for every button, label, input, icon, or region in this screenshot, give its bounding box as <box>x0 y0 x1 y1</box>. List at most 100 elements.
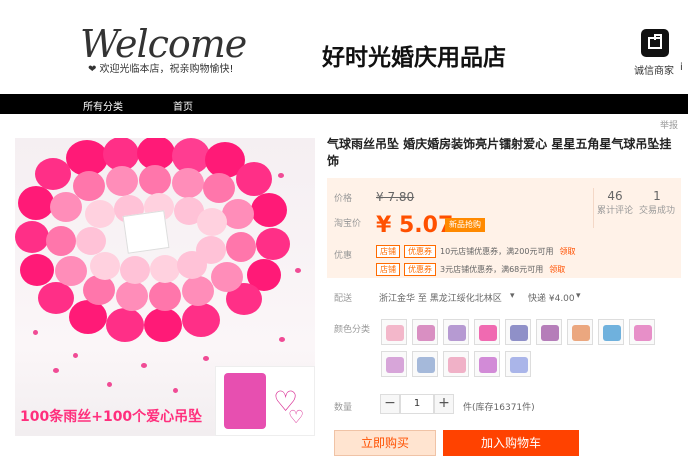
add-to-cart-button[interactable]: 加入购物车 <box>443 430 579 456</box>
swatch-thumbnail <box>417 357 435 373</box>
shipping-chevron-down-icon[interactable]: ▾ <box>576 291 581 301</box>
current-price: ¥ 5.07 <box>376 213 454 238</box>
balloon <box>177 251 207 279</box>
balloon <box>139 165 171 195</box>
swatch-thumbnail <box>479 325 497 341</box>
claim-coupon-link[interactable]: 领取 <box>549 265 565 274</box>
color-swatch[interactable] <box>505 351 531 377</box>
package-icon <box>224 373 266 429</box>
balloon <box>35 158 71 190</box>
balloon <box>18 186 54 220</box>
review-count-number: 46 <box>607 189 623 203</box>
balloon <box>69 300 107 334</box>
quantity-increment-button[interactable]: + <box>434 394 454 414</box>
balloon <box>90 252 120 280</box>
balloon <box>106 308 144 342</box>
swatch-thumbnail <box>541 325 559 341</box>
coupon-row: 店铺 优惠券 10元店铺优惠券，满200元可用 领取 <box>376 245 575 260</box>
balloon <box>256 228 290 260</box>
balloon <box>15 221 49 253</box>
balloon <box>182 303 220 337</box>
shipping-fee[interactable]: 快递 ¥4.00 <box>528 291 575 304</box>
nav-home[interactable]: 首页 <box>173 98 193 113</box>
heart-pendant <box>141 363 147 368</box>
balloon <box>172 168 204 198</box>
coupon-label: 优惠 <box>334 251 353 261</box>
promo-tag: 新品抢购 <box>445 218 485 232</box>
balloon <box>50 192 82 222</box>
coupon-tag: 优惠券 <box>404 263 436 276</box>
shop-header: Welcome ❤ 欢迎光临本店，祝亲购物愉快! 好时光婚庆用品店 诚信商家 i <box>0 0 688 94</box>
balloon <box>83 275 115 305</box>
product-image[interactable]: 100条雨丝+100个爱心吊坠 ♡ ♡ <box>15 138 315 436</box>
swatch-thumbnail <box>572 325 590 341</box>
color-swatch[interactable] <box>567 319 593 345</box>
color-swatch[interactable] <box>536 319 562 345</box>
transaction-count[interactable]: 1 交易成功 <box>636 188 678 218</box>
claim-coupon-link[interactable]: 领取 <box>559 247 575 256</box>
trust-badge-label[interactable]: 诚信商家 <box>634 62 674 77</box>
heart-pendant <box>73 353 78 358</box>
report-link[interactable]: 举报 <box>660 118 678 131</box>
delivery-destination[interactable]: 浙江金华 至 黑龙江绥化北林区 <box>379 291 502 304</box>
color-swatch[interactable] <box>505 319 531 345</box>
balloon <box>38 282 74 314</box>
swatch-thumbnail <box>386 325 404 341</box>
sales-stats: 46 累计评论 1 交易成功 <box>593 188 678 228</box>
swatch-thumbnail <box>634 325 652 341</box>
nav-all-categories[interactable]: 所有分类 <box>83 98 123 113</box>
coupon-text: 3元店铺优惠券，满68元可用 <box>440 265 544 274</box>
color-swatch[interactable] <box>474 351 500 377</box>
color-swatch[interactable] <box>443 351 469 377</box>
truncated-header-text: i <box>680 62 683 73</box>
taobao-price-label: 淘宝价 <box>334 219 362 229</box>
product-title: 气球雨丝吊坠 婚庆婚房装饰亮片镭射爱心 星星五角星气球吊坠挂饰 <box>327 137 672 168</box>
color-swatch[interactable] <box>474 319 500 345</box>
delivery-row: 配送 浙江金华 至 黑龙江绥化北林区 ▾ 快递 ¥4.00 ▾ <box>330 291 630 309</box>
color-swatch[interactable] <box>412 319 438 345</box>
balloon <box>251 193 287 227</box>
balloon <box>182 276 214 306</box>
delivery-label: 配送 <box>334 294 353 304</box>
transaction-count-number: 1 <box>653 189 661 203</box>
quantity-input[interactable]: 1 <box>400 394 434 414</box>
heart-icon: ♡ <box>288 407 305 428</box>
coupon-text: 10元店铺优惠券，满200元可用 <box>440 247 554 256</box>
balloon <box>120 256 150 284</box>
heart-pendant <box>173 388 178 393</box>
color-swatch[interactable] <box>412 351 438 377</box>
heart-pendant <box>33 330 38 335</box>
color-swatch[interactable] <box>629 319 655 345</box>
color-swatch[interactable] <box>381 319 407 345</box>
balloon <box>20 254 54 286</box>
destination-chevron-down-icon[interactable]: ▾ <box>510 291 515 301</box>
balloon <box>116 281 148 311</box>
balloon <box>55 256 87 286</box>
heart-pendant <box>279 337 285 342</box>
heart-pendant <box>295 268 301 273</box>
heart-pendant <box>107 382 112 387</box>
review-count[interactable]: 46 累计评论 <box>594 188 636 218</box>
balloon <box>226 232 256 262</box>
coupon-row: 店铺 优惠券 3元店铺优惠券，满68元可用 领取 <box>376 263 565 278</box>
swatch-thumbnail <box>479 357 497 373</box>
price-panel: 价格 ¥ 7.80 淘宝价 ¥ 5.07 新品抢购 46 累计评论 1 交易成功… <box>327 178 681 278</box>
welcome-subtitle: ❤ 欢迎光临本店，祝亲购物愉快! <box>88 64 234 75</box>
stock-text: 件(库存16371件) <box>463 403 535 413</box>
color-swatch[interactable] <box>598 319 624 345</box>
buy-now-button[interactable]: 立即购买 <box>334 430 436 456</box>
gift-icon <box>641 29 669 57</box>
color-swatch[interactable] <box>381 351 407 377</box>
balloon <box>211 262 243 292</box>
transaction-count-label: 交易成功 <box>638 206 675 216</box>
balloon <box>46 226 76 256</box>
balloon <box>149 281 181 311</box>
color-swatch[interactable] <box>443 319 469 345</box>
swatch-thumbnail <box>448 325 466 341</box>
quantity-decrement-button[interactable]: − <box>380 394 400 414</box>
swatch-thumbnail <box>510 325 528 341</box>
heart-pendant <box>278 173 284 178</box>
swatch-thumbnail <box>417 325 435 341</box>
heart-pendant <box>53 368 59 373</box>
heart-pendant <box>203 356 209 361</box>
